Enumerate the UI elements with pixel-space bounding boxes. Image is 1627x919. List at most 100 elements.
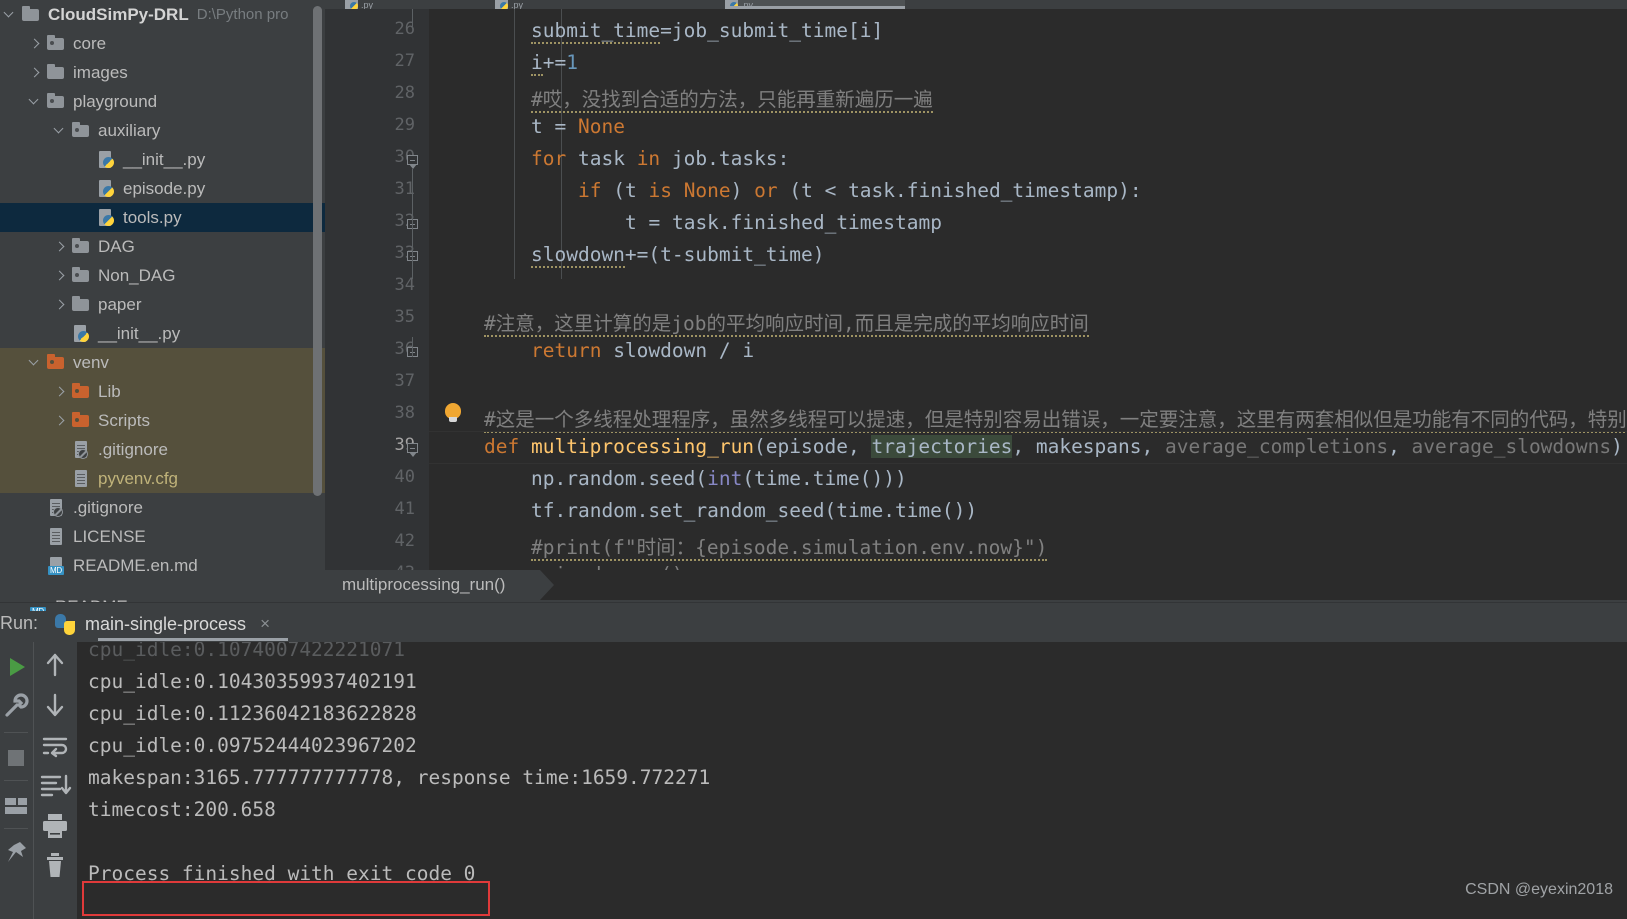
tree-item-non-dag[interactable]: Non_DAG bbox=[0, 261, 325, 290]
tree-item--init-py[interactable]: __init__.py bbox=[0, 145, 325, 174]
text-file-icon bbox=[71, 469, 91, 488]
chevron-right-icon[interactable] bbox=[54, 414, 67, 427]
code-line[interactable]: def multiprocessing_run(episode, traject… bbox=[484, 435, 1627, 458]
tree-item-core[interactable]: core bbox=[0, 29, 325, 58]
chevron-down-icon[interactable] bbox=[29, 95, 42, 108]
code-token: 1 bbox=[566, 51, 578, 74]
code-line[interactable]: slowdown+=(t-submit_time) bbox=[531, 243, 825, 268]
run-configuration-tab[interactable]: main-single-process × bbox=[55, 607, 270, 641]
tree-item-pyvenv-cfg[interactable]: pyvenv.cfg bbox=[0, 464, 325, 493]
code-fold-marker[interactable] bbox=[405, 441, 419, 457]
editor-gutter[interactable]: 262728293031323334353637383940414243 bbox=[325, 9, 429, 583]
chevron-right-icon[interactable] bbox=[54, 240, 67, 253]
tree-item--init-py[interactable]: __init__.py bbox=[0, 319, 325, 348]
project-tree-panel[interactable]: CloudSimPy-DRL D:\Python pro core images pla… bbox=[0, 0, 325, 611]
tree-item--gitignore[interactable]: .gitignore bbox=[0, 435, 325, 464]
code-token: (t < task.finished_timestamp): bbox=[777, 179, 1142, 202]
tree-item-lib[interactable]: Lib bbox=[0, 377, 325, 406]
up-arrow-icon[interactable] bbox=[34, 645, 76, 685]
chevron-down-icon[interactable] bbox=[54, 124, 67, 137]
code-line[interactable]: for task in job.tasks: bbox=[531, 147, 789, 170]
code-line[interactable]: return slowdown / i bbox=[531, 339, 754, 362]
editor-tab-1[interactable]: .py bbox=[345, 0, 475, 10]
run-toolbar-left[interactable] bbox=[0, 642, 32, 919]
intention-bulb-icon[interactable] bbox=[445, 403, 461, 422]
tree-item-scripts[interactable]: Scripts bbox=[0, 406, 325, 435]
breadcrumb[interactable]: multiprocessing_run() bbox=[325, 570, 540, 600]
settings-gear-icon[interactable] bbox=[0, 687, 32, 727]
tree-item--gitignore[interactable]: .gitignore bbox=[0, 493, 325, 522]
code-line[interactable]: #注意，这里计算的是job的平均响应时间,而且是完成的平均响应时间 bbox=[484, 307, 1089, 337]
run-tool-window[interactable]: Run: main-single-process × cpu_idle:0.10… bbox=[0, 602, 1627, 919]
editor-tab-2[interactable]: .py bbox=[495, 0, 645, 10]
code-token: return bbox=[531, 339, 602, 362]
soft-wrap-icon[interactable] bbox=[34, 725, 76, 765]
close-icon[interactable]: × bbox=[260, 614, 270, 634]
editor-tab-strip[interactable]: .py .py .py bbox=[325, 0, 1627, 10]
code-token: +=(t-submit_time) bbox=[624, 243, 825, 266]
code-line[interactable]: t = None bbox=[531, 115, 625, 138]
code-token: task bbox=[566, 147, 637, 170]
code-line[interactable]: t = task.finished_timestamp bbox=[625, 211, 942, 234]
pycharm-window: CloudSimPy-DRL D:\Python pro core images pla… bbox=[0, 0, 1627, 919]
stop-icon[interactable] bbox=[0, 738, 32, 778]
code-line[interactable]: if (t is None) or (t < task.finished_tim… bbox=[578, 179, 1142, 202]
code-line[interactable]: i+=1 bbox=[531, 51, 578, 76]
editor-tab-3-active[interactable]: .py bbox=[725, 0, 905, 10]
chevron-right-icon[interactable] bbox=[29, 66, 42, 79]
tree-item-tools-py[interactable]: tools.py bbox=[0, 203, 325, 232]
rerun-icon[interactable] bbox=[0, 647, 32, 687]
folder-module-icon bbox=[71, 121, 91, 140]
tree-item-auxiliary[interactable]: auxiliary bbox=[0, 116, 325, 145]
code-content[interactable]: submit_time=job_submit_time[i] i+=1 #哎，没找到… bbox=[429, 9, 1627, 570]
console-output[interactable]: cpu_idle:0.1074007422221071 cpu_idle:0.10… bbox=[77, 642, 1627, 919]
code-token: in bbox=[636, 147, 661, 170]
code-token: , bbox=[1012, 435, 1036, 458]
tree-item-episode-py[interactable]: episode.py bbox=[0, 174, 325, 203]
code-line[interactable]: #这是一个多线程处理程序，虽然多线程可以提速，但是特别容易出错误，一定要注意，这… bbox=[484, 403, 1627, 433]
tree-item-dag[interactable]: DAG bbox=[0, 232, 325, 261]
code-line[interactable]: #print(f"时间：{episode.simulation.env.now}… bbox=[531, 531, 1048, 561]
sidebar-scrollbar[interactable] bbox=[313, 6, 322, 496]
run-toolbar-console[interactable] bbox=[33, 642, 75, 919]
no-chevron bbox=[29, 501, 42, 514]
code-line[interactable]: submit_time=job_submit_time[i] bbox=[531, 19, 883, 44]
python-icon bbox=[55, 613, 76, 635]
tree-item-readme-en-md[interactable]: MD README.en.md bbox=[0, 551, 325, 580]
chevron-right-icon[interactable] bbox=[54, 269, 67, 282]
run-panel-header: Run: main-single-process × bbox=[0, 602, 1627, 642]
scroll-to-end-icon[interactable] bbox=[34, 765, 76, 805]
python-file-icon bbox=[71, 324, 91, 343]
chevron-right-icon[interactable] bbox=[54, 298, 67, 311]
no-chevron bbox=[79, 153, 92, 166]
tree-item-venv[interactable]: venv bbox=[0, 348, 325, 377]
folder-icon bbox=[71, 295, 91, 314]
code-line[interactable]: tf.random.set_random_seed(time.time()) bbox=[531, 499, 977, 522]
code-token: average_slowdowns bbox=[1411, 435, 1612, 458]
tree-item-license[interactable]: LICENSE bbox=[0, 522, 325, 551]
code-line[interactable]: np.random.seed(int(time.time())) bbox=[531, 467, 907, 490]
code-line[interactable]: #哎，没找到合适的方法，只能再重新遍历一遍 bbox=[531, 83, 933, 113]
layout-icon[interactable] bbox=[0, 786, 32, 826]
run-panel-title: Run: bbox=[0, 613, 39, 633]
code-fold-marker[interactable] bbox=[405, 153, 419, 169]
tree-item-images[interactable]: images bbox=[0, 58, 325, 87]
trash-icon[interactable] bbox=[34, 845, 76, 885]
tree-item-cloudsimpy-drl[interactable]: CloudSimPy-DRL D:\Python pro bbox=[0, 0, 325, 29]
code-line[interactable]: episode_run() bbox=[531, 563, 684, 570]
down-arrow-icon[interactable] bbox=[34, 685, 76, 725]
tree-item-label: Non_DAG bbox=[98, 265, 176, 285]
project-tree[interactable]: CloudSimPy-DRL D:\Python pro core images pla… bbox=[0, 0, 325, 580]
chevron-down-icon[interactable] bbox=[29, 356, 42, 369]
chevron-right-icon[interactable] bbox=[29, 37, 42, 50]
tree-item-playground[interactable]: playground bbox=[0, 87, 325, 116]
line-number: 37 bbox=[394, 371, 415, 391]
code-editor[interactable]: .py .py .py 26 27 28 29 30 31 32 33 34 35 36 37 38 39… bbox=[325, 0, 1627, 583]
chevron-right-icon[interactable] bbox=[54, 385, 67, 398]
tree-item-paper[interactable]: paper bbox=[0, 290, 325, 319]
pin-icon[interactable] bbox=[0, 834, 32, 874]
chevron-down-icon[interactable] bbox=[4, 8, 17, 21]
python-file-icon bbox=[96, 179, 116, 198]
print-icon[interactable] bbox=[34, 805, 76, 845]
